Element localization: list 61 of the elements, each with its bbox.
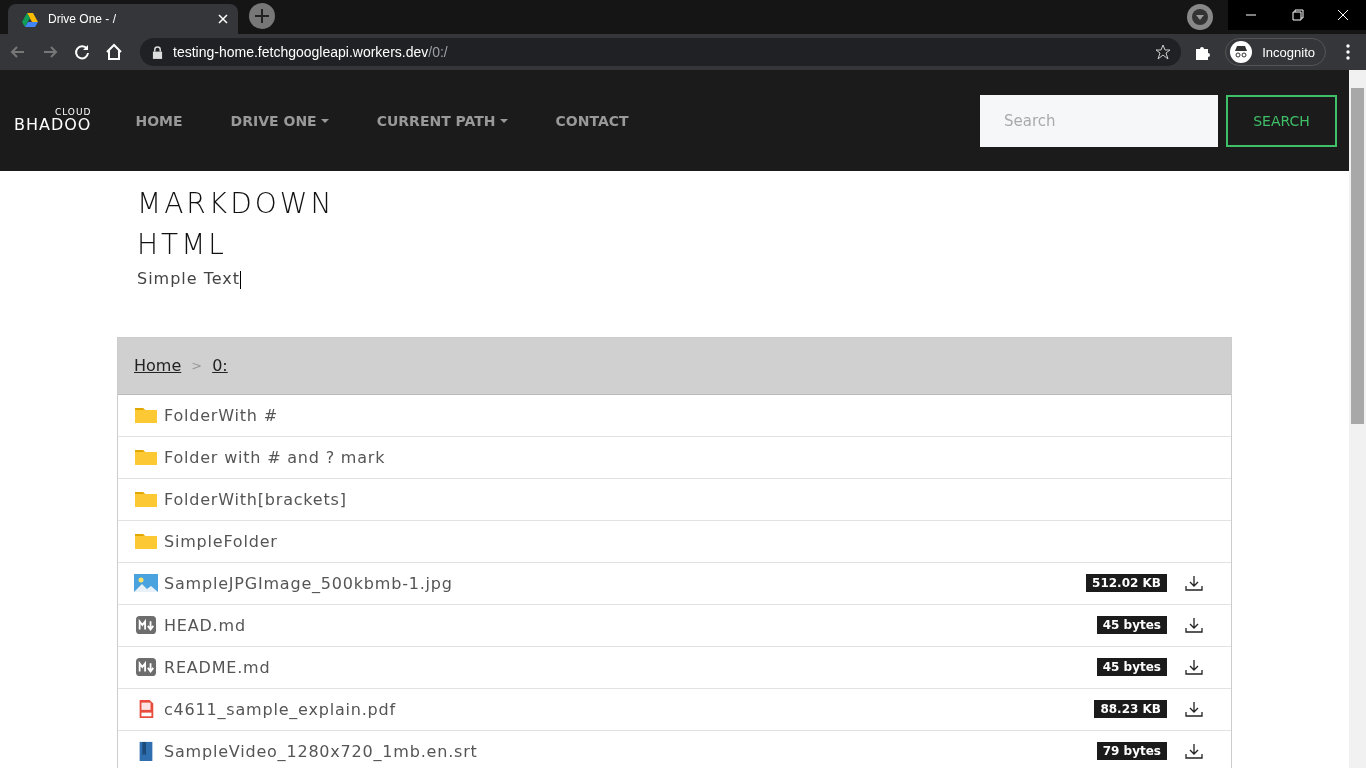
- close-icon[interactable]: [218, 14, 228, 24]
- lock-icon: [152, 45, 163, 59]
- heading: HTML: [137, 227, 228, 263]
- file-size: 45 bytes: [1096, 616, 1167, 634]
- file-name[interactable]: SampleVideo_1280x720_1mb.en.srt: [164, 741, 478, 761]
- incognito-icon: [1230, 41, 1253, 63]
- file-row[interactable]: SimpleFolder: [118, 520, 1231, 563]
- file-row[interactable]: README.md 45 bytes: [118, 646, 1231, 689]
- file-row[interactable]: c4611_sample_explain.pdf 88.23 KB: [118, 688, 1231, 731]
- markdown-icon: [134, 615, 158, 635]
- breadcrumb-link[interactable]: Home: [134, 356, 182, 375]
- triangle-logo-icon: [22, 11, 38, 27]
- reload-icon[interactable]: [72, 42, 92, 62]
- folder-icon: [134, 405, 158, 425]
- nav-link[interactable]: CONTACT: [531, 112, 653, 129]
- paragraph: Simple Text: [137, 269, 242, 289]
- file-size: 45 bytes: [1096, 658, 1167, 676]
- file-size: 79 bytes: [1096, 742, 1167, 760]
- star-icon[interactable]: [1155, 44, 1172, 60]
- folder-icon: [134, 447, 158, 467]
- file-name[interactable]: HEAD.md: [164, 615, 246, 635]
- folder-icon: [134, 489, 158, 509]
- markdown-icon: [134, 657, 158, 677]
- file-row[interactable]: FolderWith[brackets]: [118, 478, 1231, 521]
- nav-link[interactable]: HOME: [111, 112, 207, 129]
- file-name[interactable]: c4611_sample_explain.pdf: [164, 699, 396, 719]
- file-name[interactable]: SimpleFolder: [164, 531, 278, 551]
- image-icon: [134, 573, 158, 593]
- file-row[interactable]: FolderWith #: [118, 394, 1231, 437]
- download-icon[interactable]: [1185, 575, 1203, 591]
- file-name[interactable]: SampleJPGImage_500kbmb-1.jpg: [164, 573, 453, 593]
- nav-dropdown[interactable]: CURRENT PATH: [352, 112, 532, 129]
- profile-menu-icon[interactable]: [1186, 3, 1214, 31]
- file-row[interactable]: Folder with # and ? mark: [118, 436, 1231, 479]
- download-icon[interactable]: [1185, 617, 1203, 633]
- search-field[interactable]: Search: [980, 94, 1218, 147]
- file-size: 88.23 KB: [1094, 700, 1167, 718]
- new-tab-icon[interactable]: [248, 2, 276, 30]
- file-row[interactable]: HEAD.md 45 bytes: [118, 604, 1231, 647]
- heading: MARKDOWN: [137, 186, 336, 222]
- file-row[interactable]: SampleJPGImage_500kbmb-1.jpg 512.02 KB: [118, 562, 1231, 605]
- file-size: 512.02 KB: [1086, 574, 1167, 592]
- home-icon[interactable]: [104, 42, 124, 62]
- browser-tab[interactable]: Drive One - /: [8, 4, 238, 34]
- nav-dropdown[interactable]: DRIVE ONE: [206, 112, 353, 129]
- download-icon[interactable]: [1185, 701, 1203, 717]
- breadcrumb-separator: >: [191, 358, 203, 373]
- brand-logo[interactable]: CLOUD BHADOO: [14, 108, 92, 133]
- download-icon[interactable]: [1185, 743, 1203, 759]
- file-name[interactable]: README.md: [164, 657, 271, 677]
- file-row[interactable]: SampleVideo_1280x720_1mb.en.srt 79 bytes: [118, 730, 1231, 768]
- file-name[interactable]: FolderWith[brackets]: [164, 489, 347, 509]
- address-bar[interactable]: testing-home.fetchgoogleapi.workers.dev/0:/: [140, 38, 1182, 66]
- scrollbar[interactable]: [1349, 70, 1366, 768]
- tab-title: Drive One - /: [48, 12, 117, 26]
- file-name[interactable]: Folder with # and ? mark: [164, 447, 386, 467]
- folder-icon: [134, 531, 158, 551]
- breadcrumb-link[interactable]: 0:: [212, 356, 228, 375]
- file-name[interactable]: FolderWith #: [164, 405, 278, 425]
- download-icon[interactable]: [1185, 659, 1203, 675]
- search-button[interactable]: SEARCH: [1226, 94, 1337, 147]
